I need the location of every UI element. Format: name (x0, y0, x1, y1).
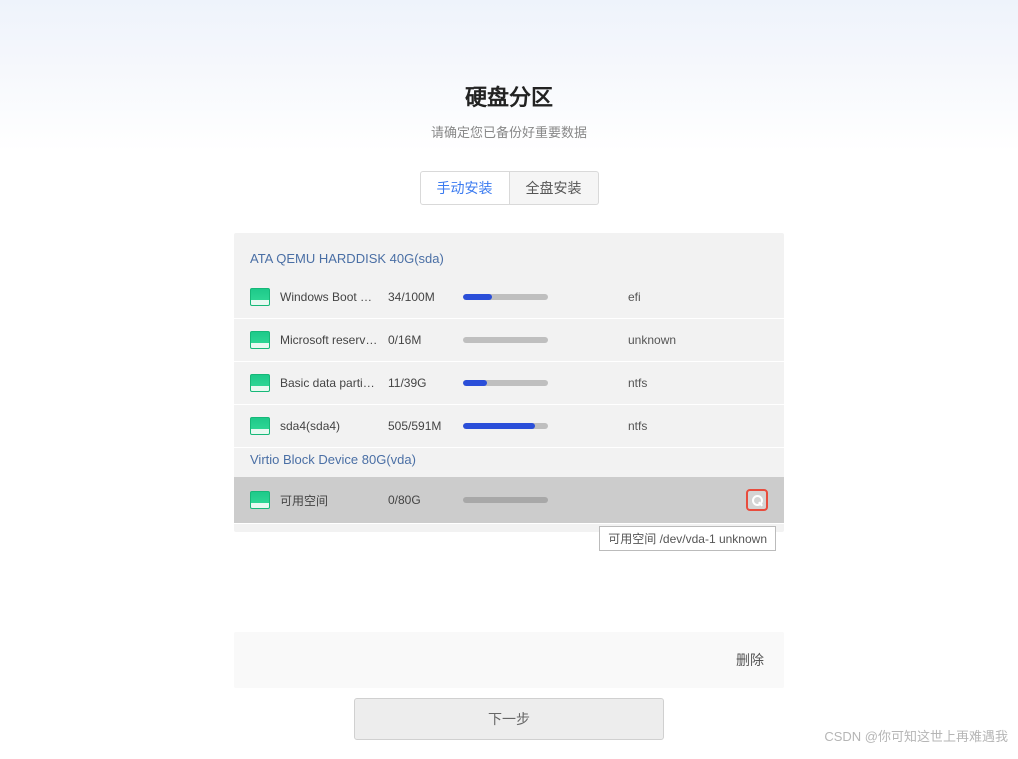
partition-size: 0/80G (388, 493, 463, 507)
partition-size: 505/591M (388, 419, 463, 433)
partition-usage-bar (463, 294, 548, 300)
partition-size: 0/16M (388, 333, 463, 347)
drive-icon (250, 374, 270, 392)
partition-row-selected[interactable]: 可用空间 0/80G 可用空间 /dev/vda-1 unknown (234, 477, 784, 524)
partition-row[interactable]: Basic data parti… 11/39G ntfs (234, 362, 784, 405)
disk-header-vda: Virtio Block Device 80G(vda) (234, 448, 784, 477)
partition-action-button[interactable] (746, 489, 768, 511)
next-button[interactable]: 下一步 (354, 698, 664, 740)
tab-manual-install[interactable]: 手动安装 (420, 171, 510, 205)
partition-name: Microsoft reserv… (280, 333, 388, 347)
watermark: CSDN @你可知这世上再难遇我 (824, 726, 1008, 745)
drive-icon (250, 417, 270, 435)
partition-row[interactable]: sda4(sda4) 505/591M ntfs (234, 405, 784, 448)
page-subtitle: 请确定您已备份好重要数据 (431, 122, 587, 141)
partition-fs: unknown (628, 333, 768, 347)
partition-name: 可用空间 (280, 492, 388, 509)
partition-fs: ntfs (628, 376, 768, 390)
partition-row[interactable]: Windows Boot … 34/100M efi (234, 276, 784, 319)
disk-panel: ATA QEMU HARDDISK 40G(sda) Windows Boot … (234, 233, 784, 532)
drive-icon (250, 491, 270, 509)
partition-name: sda4(sda4) (280, 419, 388, 433)
bottom-action-bar: 删除 (234, 632, 784, 688)
partition-row[interactable]: Microsoft reserv… 0/16M unknown (234, 319, 784, 362)
partition-size: 11/39G (388, 376, 463, 390)
magnifier-icon (752, 495, 763, 506)
drive-icon (250, 288, 270, 306)
partition-name: Basic data parti… (280, 376, 388, 390)
delete-button[interactable]: 删除 (736, 650, 764, 670)
partition-fs: efi (628, 290, 768, 304)
partition-usage-bar (463, 380, 548, 386)
partition-usage-bar (463, 497, 548, 503)
partition-usage-bar (463, 423, 548, 429)
drive-icon (250, 331, 270, 349)
partition-usage-bar (463, 337, 548, 343)
partition-tooltip: 可用空间 /dev/vda-1 unknown (599, 526, 776, 551)
disk-header-sda: ATA QEMU HARDDISK 40G(sda) (234, 247, 784, 276)
page-title: 硬盘分区 (465, 80, 553, 112)
partition-name: Windows Boot … (280, 290, 388, 304)
partition-size: 34/100M (388, 290, 463, 304)
install-mode-tabs: 手动安装 全盘安装 (420, 171, 599, 205)
tab-full-install[interactable]: 全盘安装 (510, 171, 599, 205)
partition-fs: ntfs (628, 419, 768, 433)
